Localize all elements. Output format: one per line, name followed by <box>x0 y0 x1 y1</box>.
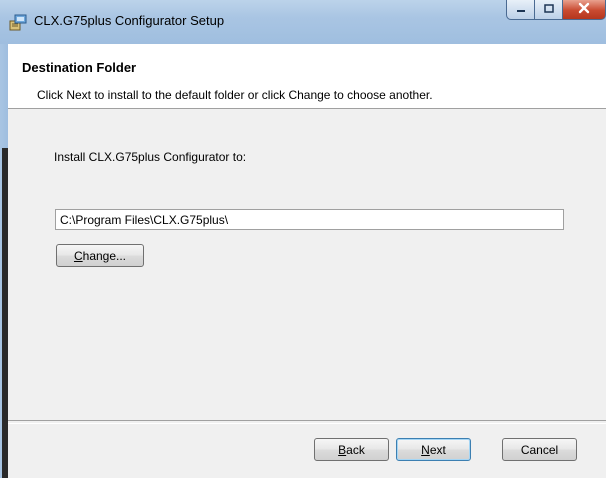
next-accelerator: N <box>421 442 430 457</box>
page-description: Click Next to install to the default fol… <box>37 88 433 102</box>
close-button[interactable] <box>562 0 606 20</box>
change-accelerator: C <box>73 248 83 263</box>
back-button[interactable]: Back <box>314 438 389 461</box>
cancel-label: Cancel <box>520 442 559 457</box>
next-button[interactable]: Next <box>396 438 471 461</box>
page-title: Destination Folder <box>22 60 137 75</box>
cancel-button[interactable]: Cancel <box>502 438 577 461</box>
next-label: ext <box>429 442 446 457</box>
footer-separator <box>8 420 606 424</box>
window-title: CLX.G75plus Configurator Setup <box>34 13 225 28</box>
content-area: Install CLX.G75plus Configurator to: Cha… <box>8 109 606 478</box>
installer-app-icon <box>8 12 28 32</box>
close-icon <box>577 2 591 17</box>
maximize-icon <box>543 3 555 17</box>
title-bar[interactable]: CLX.G75plus Configurator Setup <box>0 0 606 45</box>
minimize-button[interactable] <box>506 0 534 20</box>
minimize-icon <box>515 3 527 17</box>
change-label: hange... <box>82 248 127 263</box>
install-location-label: Install CLX.G75plus Configurator to: <box>54 150 247 164</box>
install-path-field[interactable] <box>55 209 564 230</box>
back-label: ack <box>346 442 365 457</box>
back-accelerator: B <box>338 442 347 457</box>
setup-window: CLX.G75plus Configurator Setup Destinati… <box>0 0 606 478</box>
banner: Destination Folder Click Next to install… <box>8 44 606 109</box>
maximize-button[interactable] <box>534 0 562 20</box>
change-button[interactable]: Change... <box>56 244 144 267</box>
